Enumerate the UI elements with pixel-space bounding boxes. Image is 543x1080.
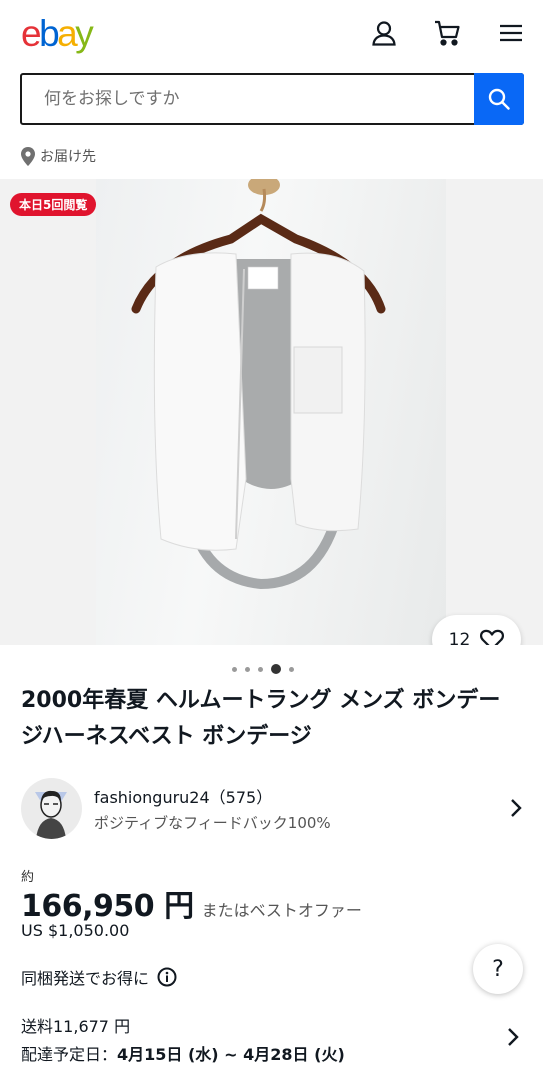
- product-photo[interactable]: [96, 179, 446, 645]
- logo-letter-e: e: [21, 13, 42, 54]
- seller-card[interactable]: fashionguru24（575） ポジティブなフィードバック100%: [21, 777, 524, 839]
- combined-shipping[interactable]: 同梱発送でお得に: [21, 965, 177, 989]
- cart-icon[interactable]: [432, 18, 462, 48]
- deliver-to-link[interactable]: お届け先: [21, 146, 96, 166]
- shipping-cost: 送料11,677 円: [21, 1017, 131, 1036]
- menu-icon[interactable]: [496, 18, 526, 48]
- seller-feedback: ポジティブなフィードバック100%: [94, 813, 331, 832]
- seller-avatar: [21, 777, 82, 839]
- logo-letter-y: y: [75, 13, 94, 54]
- logo-letter-b: b: [39, 13, 60, 54]
- user-icon[interactable]: [369, 18, 399, 48]
- search-bar: [20, 73, 524, 125]
- ebay-logo[interactable]: ebay: [21, 12, 94, 54]
- watch-count: 12: [448, 629, 471, 646]
- search-button[interactable]: [474, 73, 524, 125]
- search-icon: [488, 88, 510, 110]
- heart-icon: [480, 629, 505, 645]
- shipping-chevron-icon[interactable]: [505, 1026, 521, 1048]
- price-jpy: 166,950 円: [21, 889, 194, 924]
- item-title: 2000年春夏 ヘルムートラング メンズ ボンデージハーネスベスト ボンデージ: [21, 688, 501, 749]
- gallery-dot[interactable]: [232, 666, 237, 672]
- deliver-to-label: お届け先: [40, 149, 96, 165]
- price-row: 166,950 円 またはベストオファー: [21, 881, 362, 925]
- help-button[interactable]: ?: [473, 944, 523, 994]
- combined-shipping-label: 同梱発送でお得に: [21, 969, 150, 988]
- help-icon: ?: [492, 956, 504, 982]
- seller-name: fashionguru24（575）: [94, 787, 273, 807]
- delivery-estimate-label: 配達予定日：: [21, 1045, 118, 1064]
- watch-button[interactable]: 12: [432, 615, 521, 645]
- gallery-pagination: [232, 664, 294, 674]
- image-gallery[interactable]: 本日5回閲覧 12: [0, 179, 543, 645]
- logo-letter-a: a: [57, 13, 78, 54]
- best-offer-label: またはベストオファー: [201, 901, 362, 920]
- gallery-dot[interactable]: [289, 666, 294, 672]
- gallery-dot[interactable]: [245, 666, 250, 672]
- search-input[interactable]: [22, 75, 474, 123]
- delivery-estimate: 配達予定日：4月15日 (水) ~ 4月28日 (火): [21, 1041, 345, 1065]
- location-pin-icon: [21, 146, 35, 166]
- views-badge: 本日5回閲覧: [10, 193, 97, 216]
- chevron-right-icon: [508, 797, 524, 819]
- price-usd: US $1,050.00: [21, 921, 130, 940]
- gallery-dot[interactable]: [258, 666, 263, 672]
- info-icon[interactable]: [157, 967, 177, 987]
- delivery-estimate-value: 4月15日 (水) ~ 4月28日 (火): [117, 1045, 345, 1064]
- gallery-dot-active[interactable]: [271, 664, 281, 674]
- header: ebay: [0, 0, 543, 66]
